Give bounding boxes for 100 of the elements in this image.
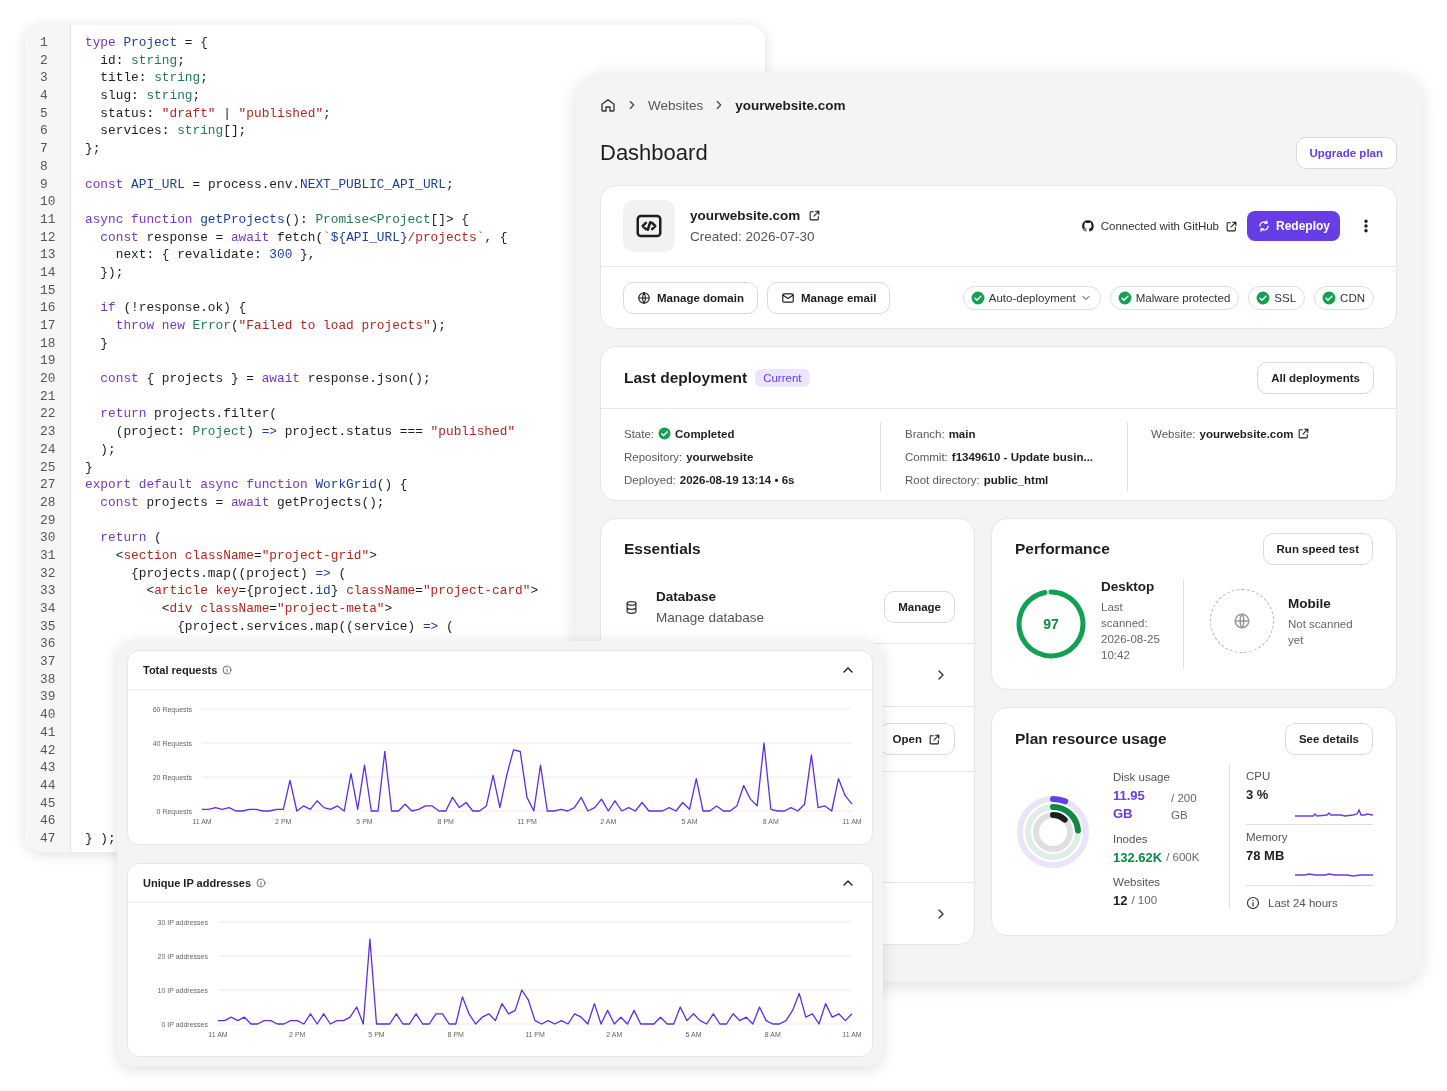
run-speed-test-button[interactable]: Run speed test xyxy=(1262,533,1373,565)
line-number: 1 xyxy=(39,34,49,52)
field-label: Root directory: xyxy=(905,473,980,486)
line-number: 25 xyxy=(39,458,57,477)
resource-total: / 200 GB xyxy=(1171,791,1198,823)
field-label: Deployed: xyxy=(624,473,676,486)
field-value: Completed xyxy=(675,427,735,440)
code-line: export default async function WorkGrid() { xyxy=(85,476,408,494)
line-number: 17 xyxy=(39,317,57,335)
action-button[interactable]: Manage domain xyxy=(623,281,758,314)
see-details-button[interactable]: See details xyxy=(1284,723,1373,755)
line-number: 6 xyxy=(39,122,49,141)
score-value: 97 xyxy=(1043,616,1059,632)
code-line: title: string; xyxy=(99,69,208,88)
line-number: 32 xyxy=(39,564,57,583)
device-label: Mobile xyxy=(1288,596,1332,611)
line-number: 10 xyxy=(39,193,57,211)
refresh-icon xyxy=(1257,219,1271,233)
code-line: {projects.map((project) => ( xyxy=(130,564,347,583)
metric-label: Memory xyxy=(1246,831,1288,843)
line-number: 46 xyxy=(39,812,57,830)
external-link-icon xyxy=(1225,219,1238,233)
all-deployments-button[interactable]: All deployments xyxy=(1257,361,1374,394)
line-number: 47 xyxy=(39,829,57,848)
line-number: 28 xyxy=(39,493,57,512)
card-title: Performance xyxy=(1015,540,1110,558)
field-value: main xyxy=(948,427,976,440)
time-range-note: Last 24 hours xyxy=(1268,897,1338,909)
line-number: 37 xyxy=(39,653,57,671)
chart-title: Unique IP addresses xyxy=(143,877,251,889)
code-line: id: string; xyxy=(99,51,185,70)
feature-label: Malware protected xyxy=(1135,291,1231,304)
line-number: 4 xyxy=(39,87,49,105)
line-number: 30 xyxy=(39,529,57,547)
code-line: type Project = { xyxy=(85,34,208,52)
line-number: 33 xyxy=(39,582,57,600)
code-line: const { projects } = await response.json(); xyxy=(99,370,431,388)
resource-value: 12 xyxy=(1113,892,1128,910)
field-value: 2026-08-19 13:14 • 6s xyxy=(679,473,795,486)
info-icon xyxy=(256,878,266,888)
line-number: 2 xyxy=(39,51,49,70)
service-title: Database xyxy=(656,589,718,604)
code-line: if (!response.ok) { xyxy=(99,299,247,317)
line-number: 9 xyxy=(39,175,49,194)
line-number: 42 xyxy=(39,741,57,760)
resource-total: / 100 xyxy=(1131,893,1158,908)
line-number: 41 xyxy=(39,723,57,742)
feature-label: CDN xyxy=(1340,291,1365,304)
feature-label: Auto-deployment xyxy=(988,291,1076,304)
git-connection-status: Connected with GitHub xyxy=(1100,220,1219,232)
octocat-icon xyxy=(1080,219,1095,233)
database-icon xyxy=(624,599,639,615)
field-value: yourwebsite xyxy=(686,450,754,463)
code-line: slug: string; xyxy=(99,87,201,105)
manage-button[interactable]: Manage xyxy=(884,591,955,623)
globe-icon xyxy=(1233,612,1251,630)
scan-note: Not scanned yet xyxy=(1288,617,1354,648)
external-link-icon xyxy=(1297,427,1311,440)
action-button[interactable]: Manage email xyxy=(766,281,891,314)
upgrade-plan-button[interactable]: Upgrade plan xyxy=(1295,137,1397,169)
line-number: 8 xyxy=(39,157,49,176)
line-number: 16 xyxy=(39,299,57,317)
line-number: 34 xyxy=(39,600,57,618)
code-line: next: { revalidate: 300 }, xyxy=(114,246,316,264)
code-line: return projects.filter( xyxy=(99,405,277,424)
breadcrumb-link[interactable]: Websites xyxy=(648,97,704,113)
line-number: 21 xyxy=(39,387,57,406)
code-line: <div className="project-meta"> xyxy=(160,600,393,618)
code-line: return ( xyxy=(99,529,162,547)
line-number: 11 xyxy=(39,210,57,229)
info-icon xyxy=(222,665,233,675)
field-label: Branch: xyxy=(905,427,945,440)
line-number: 22 xyxy=(39,405,57,424)
service-subtitle: Manage database xyxy=(656,610,766,625)
metric-label: CPU xyxy=(1246,770,1271,782)
code-line: const response = await fetch(`${API_URL}/projects`, { xyxy=(99,228,508,247)
line-number: 29 xyxy=(39,511,57,530)
field-value: public_html xyxy=(983,473,1049,486)
code-line: ); xyxy=(99,440,116,459)
line-number: 31 xyxy=(39,546,57,565)
created-date: Created: 2026-07-30 xyxy=(690,229,816,244)
resource-value: 132.62K xyxy=(1113,849,1163,867)
line-number: 24 xyxy=(39,440,57,459)
code-line: services: string[]; xyxy=(99,122,247,141)
globe-icon xyxy=(637,290,651,305)
website-link[interactable]: yourwebsite.com xyxy=(1199,427,1294,440)
line-number: 20 xyxy=(39,370,57,388)
resource-label: Disk usage xyxy=(1113,771,1171,783)
field-label: Website: xyxy=(1151,427,1196,440)
line-number: 19 xyxy=(39,352,57,371)
code-line: } xyxy=(99,334,109,353)
scan-note: Last scanned: 2026-08-25 10:42 xyxy=(1101,600,1161,663)
resource-total: / 600K xyxy=(1166,850,1200,865)
code-line: <section className="project-grid"> xyxy=(114,546,377,565)
line-number: 38 xyxy=(39,670,57,689)
line-number: 13 xyxy=(39,246,57,264)
code-line: async function getProjects(): Promise<Project[]> { xyxy=(85,210,469,229)
card-title: Last deployment xyxy=(624,368,748,387)
envelope-icon xyxy=(780,290,795,305)
redeploy-button[interactable]: Redeploy xyxy=(1247,211,1340,241)
